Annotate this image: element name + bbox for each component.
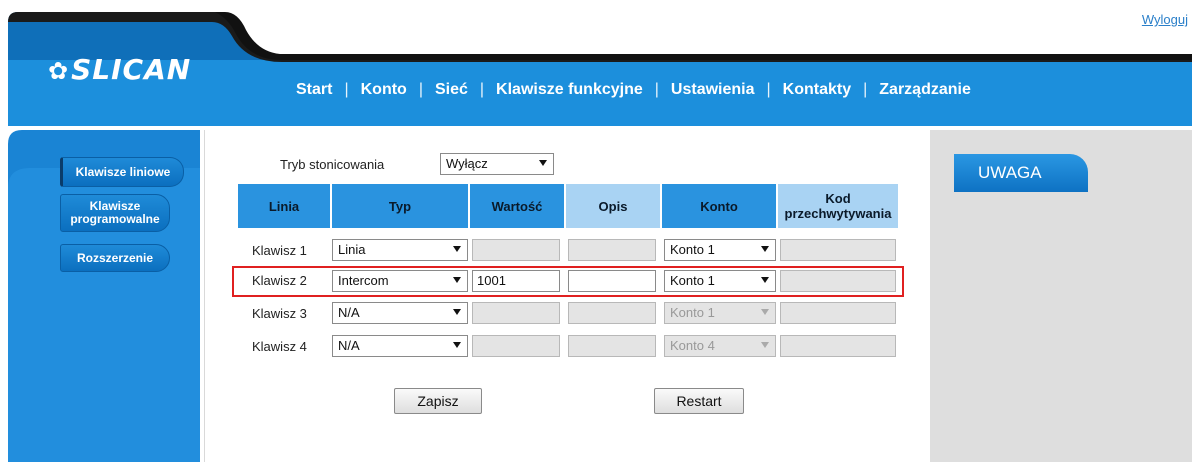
logo-text: SLICAN [71, 53, 192, 86]
row-1-wartosc-input[interactable] [472, 239, 560, 261]
row-4-wartosc-input[interactable] [472, 335, 560, 357]
row-1-typ-value: Linia [338, 242, 366, 257]
row-3-typ-select[interactable]: N/A [332, 302, 468, 324]
row-3-kod-input[interactable] [780, 302, 896, 324]
dropdown-arrow-icon [761, 309, 769, 315]
nav-separator: | [863, 81, 868, 98]
row-4-kod-input[interactable] [780, 335, 896, 357]
nav-item-start[interactable]: Start [296, 81, 332, 99]
row-label-klawisz-3: Klawisz 3 [252, 306, 307, 321]
nav-separator: | [766, 81, 771, 98]
top-nav: Start | Konto | Sieć | Klawisze funkcyjn… [296, 78, 971, 102]
paging-mode-value: Wyłącz [446, 156, 488, 171]
row-4-typ-value: N/A [338, 338, 360, 353]
nav-item-konto[interactable]: Konto [361, 81, 407, 99]
row-highlight-box [232, 266, 904, 297]
save-button[interactable]: Zapisz [394, 388, 482, 414]
nav-item-kontakty[interactable]: Kontakty [783, 81, 851, 99]
column-header-typ: Typ [332, 184, 468, 228]
row-4-opis-input[interactable] [568, 335, 656, 357]
row-1-typ-select[interactable]: Linia [332, 239, 468, 261]
paging-mode-select[interactable]: Wyłącz [440, 153, 554, 175]
row-3-konto-value: Konto 1 [670, 305, 715, 320]
row-4-konto-value: Konto 4 [670, 338, 715, 353]
restart-button[interactable]: Restart [654, 388, 744, 414]
dropdown-arrow-icon [761, 342, 769, 348]
row-3-opis-input[interactable] [568, 302, 656, 324]
row-3-wartosc-input[interactable] [472, 302, 560, 324]
nav-item-zarzadzanie[interactable]: Zarządzanie [879, 81, 971, 99]
nav-separator: | [479, 81, 485, 98]
logo-mark-icon: ✿ [48, 57, 70, 85]
page: Wyloguj ✿SLICAN Start | Konto | Sieć | K… [0, 0, 1192, 462]
row-label-klawisz-1: Klawisz 1 [252, 243, 307, 258]
dropdown-arrow-icon [539, 160, 547, 166]
row-1-kod-input[interactable] [780, 239, 896, 261]
nav-item-ustawienia[interactable]: Ustawienia [671, 81, 755, 99]
dropdown-arrow-icon [453, 246, 461, 252]
column-header-linia: Linia [238, 184, 330, 228]
nav-item-klawisze-funkcyjne[interactable]: Klawisze funkcyjne [496, 81, 643, 99]
dropdown-arrow-icon [453, 342, 461, 348]
row-3-konto-select[interactable]: Konto 1 [664, 302, 776, 324]
row-3-typ-value: N/A [338, 305, 360, 320]
column-header-wartosc: Wartość [470, 184, 564, 228]
notice-title: UWAGA [954, 154, 1088, 192]
column-header-kod-przechwytywania: Kod przechwytywania [778, 184, 898, 228]
nav-separator: | [344, 81, 349, 98]
row-1-opis-input[interactable] [568, 239, 656, 261]
paging-mode-label: Tryb stonicowania [280, 157, 385, 172]
sidebar-item-klawisze-liniowe[interactable]: Klawisze liniowe [60, 157, 184, 187]
nav-separator: | [654, 81, 659, 98]
row-label-klawisz-4: Klawisz 4 [252, 339, 307, 354]
dropdown-arrow-icon [761, 246, 769, 252]
row-1-konto-select[interactable]: Konto 1 [664, 239, 776, 261]
row-4-konto-select[interactable]: Konto 4 [664, 335, 776, 357]
column-header-konto: Konto [662, 184, 776, 228]
sidebar-item-rozszerzenie[interactable]: Rozszerzenie [60, 244, 170, 272]
nav-separator: | [418, 81, 423, 98]
slican-logo: ✿SLICAN [48, 53, 191, 86]
row-4-typ-select[interactable]: N/A [332, 335, 468, 357]
nav-item-siec[interactable]: Sieć [435, 81, 468, 99]
row-1-konto-value: Konto 1 [670, 242, 715, 257]
dropdown-arrow-icon [453, 309, 461, 315]
column-header-opis: Opis [566, 184, 660, 228]
sidebar-item-klawisze-programowalne[interactable]: Klawisze programowalne [60, 194, 170, 232]
